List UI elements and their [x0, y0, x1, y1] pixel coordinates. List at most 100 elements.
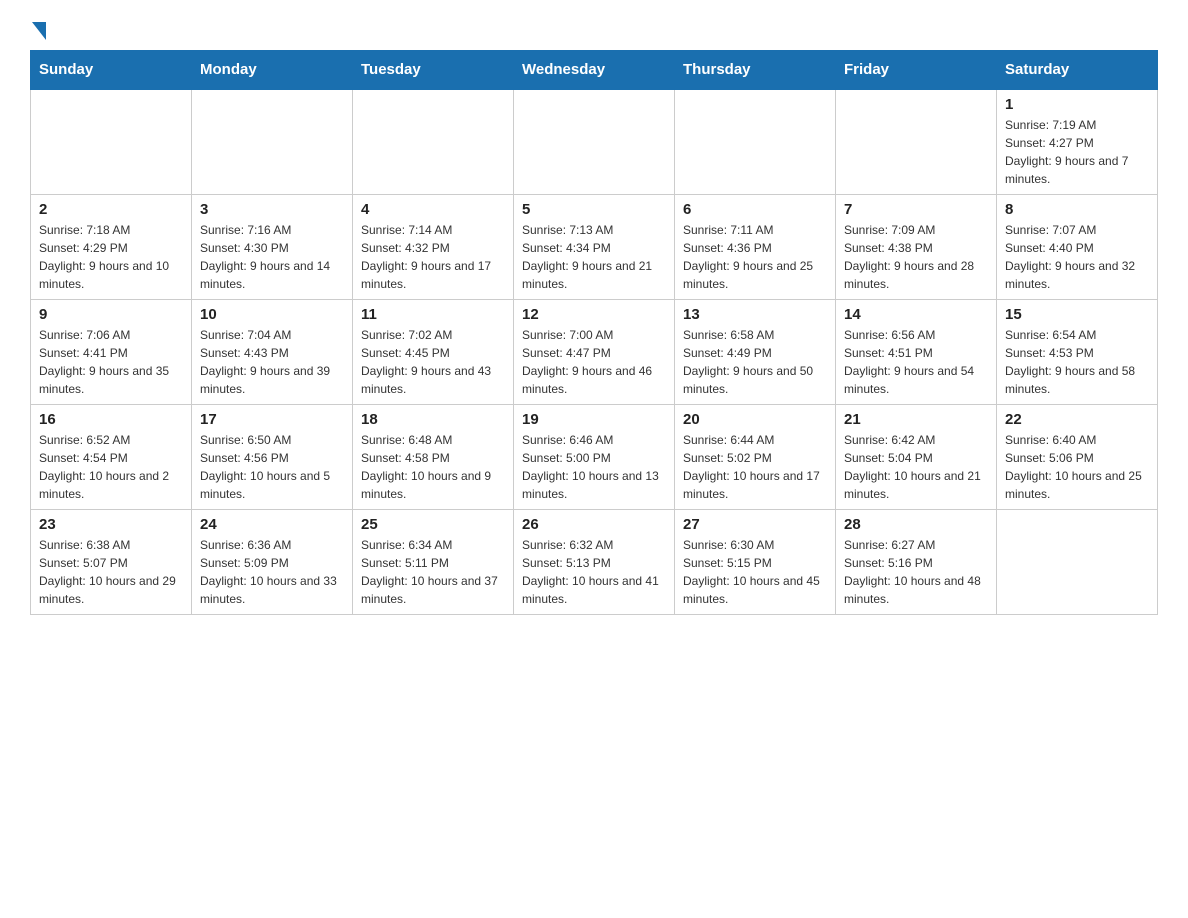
- day-info: Sunrise: 6:54 AMSunset: 4:53 PMDaylight:…: [1005, 326, 1149, 398]
- calendar-day-cell: 24 Sunrise: 6:36 AMSunset: 5:09 PMDayligh…: [192, 510, 353, 615]
- calendar-week-row: 1 Sunrise: 7:19 AMSunset: 4:27 PMDaylight…: [31, 89, 1158, 195]
- calendar-week-row: 16 Sunrise: 6:52 AMSunset: 4:54 PMDayligh…: [31, 405, 1158, 510]
- calendar-day-cell: [514, 89, 675, 195]
- day-info: Sunrise: 6:42 AMSunset: 5:04 PMDaylight:…: [844, 431, 988, 503]
- logo-triangle-icon: [32, 22, 46, 40]
- day-of-week-header: Tuesday: [353, 51, 514, 90]
- day-number: 24: [200, 516, 344, 533]
- day-info: Sunrise: 7:11 AMSunset: 4:36 PMDaylight:…: [683, 221, 827, 293]
- calendar-day-cell: [997, 510, 1158, 615]
- calendar-table: SundayMondayTuesdayWednesdayThursdayFrid…: [30, 50, 1158, 615]
- day-number: 5: [522, 201, 666, 218]
- calendar-day-cell: 21 Sunrise: 6:42 AMSunset: 5:04 PMDayligh…: [836, 405, 997, 510]
- calendar-week-row: 9 Sunrise: 7:06 AMSunset: 4:41 PMDaylight…: [31, 300, 1158, 405]
- day-number: 22: [1005, 411, 1149, 428]
- day-number: 21: [844, 411, 988, 428]
- days-of-week-row: SundayMondayTuesdayWednesdayThursdayFrid…: [31, 51, 1158, 90]
- calendar-day-cell: 10 Sunrise: 7:04 AMSunset: 4:43 PMDayligh…: [192, 300, 353, 405]
- day-info: Sunrise: 6:44 AMSunset: 5:02 PMDaylight:…: [683, 431, 827, 503]
- day-info: Sunrise: 7:04 AMSunset: 4:43 PMDaylight:…: [200, 326, 344, 398]
- calendar-day-cell: [836, 89, 997, 195]
- day-number: 18: [361, 411, 505, 428]
- day-number: 16: [39, 411, 183, 428]
- day-of-week-header: Friday: [836, 51, 997, 90]
- day-of-week-header: Thursday: [675, 51, 836, 90]
- calendar-day-cell: [192, 89, 353, 195]
- day-info: Sunrise: 6:36 AMSunset: 5:09 PMDaylight:…: [200, 536, 344, 608]
- day-info: Sunrise: 7:07 AMSunset: 4:40 PMDaylight:…: [1005, 221, 1149, 293]
- calendar-day-cell: 15 Sunrise: 6:54 AMSunset: 4:53 PMDayligh…: [997, 300, 1158, 405]
- day-number: 23: [39, 516, 183, 533]
- day-info: Sunrise: 6:50 AMSunset: 4:56 PMDaylight:…: [200, 431, 344, 503]
- day-info: Sunrise: 7:06 AMSunset: 4:41 PMDaylight:…: [39, 326, 183, 398]
- day-info: Sunrise: 6:46 AMSunset: 5:00 PMDaylight:…: [522, 431, 666, 503]
- day-info: Sunrise: 7:13 AMSunset: 4:34 PMDaylight:…: [522, 221, 666, 293]
- day-info: Sunrise: 7:18 AMSunset: 4:29 PMDaylight:…: [39, 221, 183, 293]
- day-info: Sunrise: 6:58 AMSunset: 4:49 PMDaylight:…: [683, 326, 827, 398]
- day-number: 3: [200, 201, 344, 218]
- day-number: 1: [1005, 96, 1149, 113]
- day-info: Sunrise: 6:34 AMSunset: 5:11 PMDaylight:…: [361, 536, 505, 608]
- day-number: 2: [39, 201, 183, 218]
- day-info: Sunrise: 7:00 AMSunset: 4:47 PMDaylight:…: [522, 326, 666, 398]
- day-info: Sunrise: 6:27 AMSunset: 5:16 PMDaylight:…: [844, 536, 988, 608]
- day-number: 7: [844, 201, 988, 218]
- day-of-week-header: Saturday: [997, 51, 1158, 90]
- day-number: 4: [361, 201, 505, 218]
- day-number: 20: [683, 411, 827, 428]
- calendar-day-cell: 18 Sunrise: 6:48 AMSunset: 4:58 PMDayligh…: [353, 405, 514, 510]
- day-number: 28: [844, 516, 988, 533]
- calendar-day-cell: 9 Sunrise: 7:06 AMSunset: 4:41 PMDaylight…: [31, 300, 192, 405]
- day-of-week-header: Monday: [192, 51, 353, 90]
- day-info: Sunrise: 6:48 AMSunset: 4:58 PMDaylight:…: [361, 431, 505, 503]
- day-number: 9: [39, 306, 183, 323]
- calendar-day-cell: 27 Sunrise: 6:30 AMSunset: 5:15 PMDayligh…: [675, 510, 836, 615]
- calendar-day-cell: 28 Sunrise: 6:27 AMSunset: 5:16 PMDayligh…: [836, 510, 997, 615]
- day-of-week-header: Wednesday: [514, 51, 675, 90]
- day-info: Sunrise: 6:30 AMSunset: 5:15 PMDaylight:…: [683, 536, 827, 608]
- calendar-day-cell: 3 Sunrise: 7:16 AMSunset: 4:30 PMDaylight…: [192, 195, 353, 300]
- calendar-day-cell: 6 Sunrise: 7:11 AMSunset: 4:36 PMDaylight…: [675, 195, 836, 300]
- calendar-day-cell: 5 Sunrise: 7:13 AMSunset: 4:34 PMDaylight…: [514, 195, 675, 300]
- calendar-day-cell: 11 Sunrise: 7:02 AMSunset: 4:45 PMDayligh…: [353, 300, 514, 405]
- day-number: 11: [361, 306, 505, 323]
- calendar-week-row: 23 Sunrise: 6:38 AMSunset: 5:07 PMDayligh…: [31, 510, 1158, 615]
- day-info: Sunrise: 7:16 AMSunset: 4:30 PMDaylight:…: [200, 221, 344, 293]
- calendar-day-cell: 14 Sunrise: 6:56 AMSunset: 4:51 PMDayligh…: [836, 300, 997, 405]
- calendar-day-cell: 7Sunrise: 7:09 AMSunset: 4:38 PMDaylight…: [836, 195, 997, 300]
- day-of-week-header: Sunday: [31, 51, 192, 90]
- calendar-day-cell: [675, 89, 836, 195]
- calendar-day-cell: [31, 89, 192, 195]
- day-info: Sunrise: 6:56 AMSunset: 4:51 PMDaylight:…: [844, 326, 988, 398]
- day-number: 15: [1005, 306, 1149, 323]
- calendar-day-cell: 23 Sunrise: 6:38 AMSunset: 5:07 PMDayligh…: [31, 510, 192, 615]
- day-info: Sunrise: 6:40 AMSunset: 5:06 PMDaylight:…: [1005, 431, 1149, 503]
- day-info: Sunrise: 7:14 AMSunset: 4:32 PMDaylight:…: [361, 221, 505, 293]
- calendar-day-cell: 8 Sunrise: 7:07 AMSunset: 4:40 PMDaylight…: [997, 195, 1158, 300]
- calendar-day-cell: 1 Sunrise: 7:19 AMSunset: 4:27 PMDaylight…: [997, 89, 1158, 195]
- day-number: 8: [1005, 201, 1149, 218]
- calendar-day-cell: 19Sunrise: 6:46 AMSunset: 5:00 PMDayligh…: [514, 405, 675, 510]
- day-number: 12: [522, 306, 666, 323]
- day-number: 13: [683, 306, 827, 323]
- logo: [30, 20, 46, 40]
- calendar-header: SundayMondayTuesdayWednesdayThursdayFrid…: [31, 51, 1158, 90]
- day-number: 14: [844, 306, 988, 323]
- day-info: Sunrise: 7:19 AMSunset: 4:27 PMDaylight:…: [1005, 116, 1149, 188]
- day-info: Sunrise: 6:32 AMSunset: 5:13 PMDaylight:…: [522, 536, 666, 608]
- day-info: Sunrise: 6:52 AMSunset: 4:54 PMDaylight:…: [39, 431, 183, 503]
- day-number: 6: [683, 201, 827, 218]
- calendar-day-cell: 20 Sunrise: 6:44 AMSunset: 5:02 PMDayligh…: [675, 405, 836, 510]
- day-number: 25: [361, 516, 505, 533]
- calendar-day-cell: 2 Sunrise: 7:18 AMSunset: 4:29 PMDaylight…: [31, 195, 192, 300]
- day-number: 10: [200, 306, 344, 323]
- calendar-day-cell: 22 Sunrise: 6:40 AMSunset: 5:06 PMDayligh…: [997, 405, 1158, 510]
- day-number: 17: [200, 411, 344, 428]
- calendar-body: 1 Sunrise: 7:19 AMSunset: 4:27 PMDaylight…: [31, 89, 1158, 615]
- calendar-week-row: 2 Sunrise: 7:18 AMSunset: 4:29 PMDaylight…: [31, 195, 1158, 300]
- day-info: Sunrise: 7:02 AMSunset: 4:45 PMDaylight:…: [361, 326, 505, 398]
- day-number: 27: [683, 516, 827, 533]
- calendar-day-cell: 12 Sunrise: 7:00 AMSunset: 4:47 PMDayligh…: [514, 300, 675, 405]
- calendar-day-cell: 16 Sunrise: 6:52 AMSunset: 4:54 PMDayligh…: [31, 405, 192, 510]
- day-info: Sunrise: 6:38 AMSunset: 5:07 PMDaylight:…: [39, 536, 183, 608]
